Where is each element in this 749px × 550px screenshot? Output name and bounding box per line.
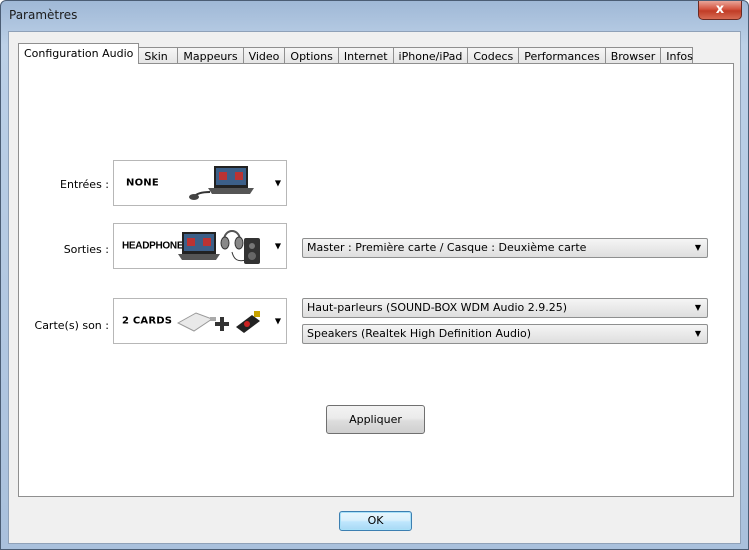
tab-performances[interactable]: Performances xyxy=(518,47,606,64)
tab-internet[interactable]: Internet xyxy=(337,47,394,64)
inputs-value: NONE xyxy=(126,177,159,189)
tab-strip: Configuration Audio Skin Mappeurs Video … xyxy=(18,42,694,64)
close-button[interactable]: x xyxy=(698,1,742,20)
tab-browser[interactable]: Browser xyxy=(604,47,662,64)
chevron-down-icon: ▼ xyxy=(274,241,281,251)
soundcards-label: Carte(s) son : xyxy=(34,319,109,332)
soundcard-1-value: Haut-parleurs (SOUND-BOX WDM Audio 2.9.2… xyxy=(307,301,568,314)
tab-iphone-ipad[interactable]: iPhone/iPad xyxy=(392,47,469,64)
apply-button[interactable]: Appliquer xyxy=(326,405,425,434)
tab-video[interactable]: Video xyxy=(242,47,286,64)
tab-codecs[interactable]: Codecs xyxy=(467,47,520,64)
tab-configuration-audio[interactable]: Configuration Audio xyxy=(18,43,140,64)
soundcard-2-value: Speakers (Realtek High Definition Audio) xyxy=(307,327,532,340)
chevron-down-icon: ▼ xyxy=(694,329,701,338)
inputs-label: Entrées : xyxy=(60,178,109,191)
soundcards-value: 2 CARDS xyxy=(122,315,173,327)
soundcard-2-select[interactable]: Speakers (Realtek High Definition Audio)… xyxy=(302,324,708,344)
chevron-down-icon: ▼ xyxy=(274,178,281,188)
two-soundcards-icon xyxy=(176,311,260,333)
inputs-device-selector[interactable]: NONE ▼ xyxy=(113,160,287,206)
audio-config-panel: Entrées : NONE ▼ Sorties : HEADPHONES ▼ … xyxy=(18,63,734,497)
chevron-down-icon: ▼ xyxy=(694,303,701,312)
outputs-device-selector[interactable]: HEADPHONES ▼ xyxy=(113,223,287,269)
tab-options[interactable]: Options xyxy=(284,47,339,64)
tab-infos[interactable]: Infos xyxy=(660,47,694,64)
tab-mappeurs[interactable]: Mappeurs xyxy=(177,47,244,64)
soundcard-1-select[interactable]: Haut-parleurs (SOUND-BOX WDM Audio 2.9.2… xyxy=(302,298,708,318)
chevron-down-icon: ▼ xyxy=(694,243,701,252)
client-area: Configuration Audio Skin Mappeurs Video … xyxy=(8,31,741,544)
tab-skin[interactable]: Skin xyxy=(138,47,179,64)
window-title: Paramètres xyxy=(9,8,78,22)
laptop-headphones-speaker-icon xyxy=(178,230,260,264)
output-mode-value: Master : Première carte / Casque : Deuxi… xyxy=(307,241,587,254)
settings-window: Paramètres x Configuration Audio Skin Ma… xyxy=(0,0,749,550)
laptop-with-mixer-icon xyxy=(189,166,254,200)
ok-button[interactable]: OK xyxy=(339,511,412,531)
chevron-down-icon: ▼ xyxy=(274,316,281,326)
outputs-label: Sorties : xyxy=(63,243,109,256)
soundcards-device-selector[interactable]: 2 CARDS ▼ xyxy=(113,298,287,344)
output-mode-select[interactable]: Master : Première carte / Casque : Deuxi… xyxy=(302,238,708,258)
